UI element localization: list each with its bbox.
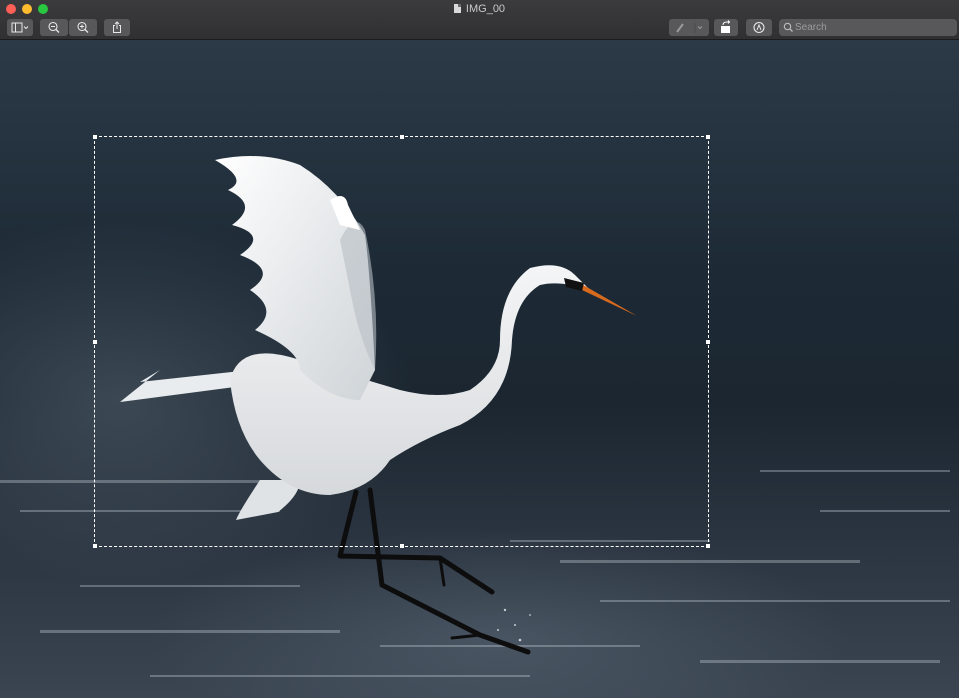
selection-handle-top-right[interactable] (706, 135, 710, 139)
zoom-in-button[interactable] (69, 19, 97, 36)
close-window-button[interactable] (6, 4, 16, 14)
show-markup-toolbar-button[interactable] (746, 19, 772, 36)
zoom-out-button[interactable] (40, 19, 68, 36)
document-icon (453, 4, 461, 13)
markup-pen-button[interactable] (669, 19, 709, 36)
selection-rectangle[interactable] (93, 135, 710, 548)
selection-handle-left[interactable] (93, 340, 97, 344)
markup-icon (753, 21, 765, 34)
image-canvas[interactable] (0, 40, 959, 698)
selection-handle-bottom-right[interactable] (706, 544, 710, 548)
pen-icon (676, 23, 703, 33)
search-icon (783, 22, 793, 32)
maximize-window-button[interactable] (38, 4, 48, 14)
rotate-button[interactable] (714, 19, 738, 36)
window-title: IMG_00 (0, 3, 959, 16)
search-field[interactable] (779, 19, 957, 36)
zoom-out-icon (48, 21, 60, 33)
search-input[interactable] (795, 19, 953, 36)
sidebar-icon (11, 22, 29, 33)
minimize-window-button[interactable] (22, 4, 32, 14)
share-icon (113, 21, 121, 33)
selection-handle-bottom[interactable] (400, 544, 404, 548)
title-bar: IMG_00 (0, 0, 959, 40)
selection-handle-right[interactable] (706, 340, 710, 344)
selection-handle-top[interactable] (400, 135, 404, 139)
selection-handle-top-left[interactable] (93, 135, 97, 139)
share-button[interactable] (104, 19, 130, 36)
rotate-icon (721, 20, 731, 33)
sidebar-toggle-button[interactable] (7, 19, 33, 36)
window-title-text: IMG_00 (465, 3, 506, 15)
zoom-in-icon (77, 21, 89, 33)
selection-handle-bottom-left[interactable] (93, 544, 97, 548)
preview-window: IMG_00 (0, 0, 959, 698)
